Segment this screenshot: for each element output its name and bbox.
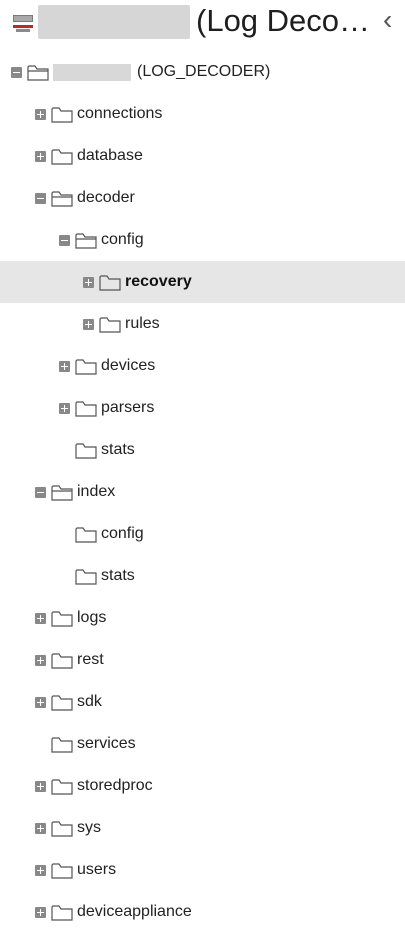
toggle-placeholder <box>59 445 70 456</box>
folder-icon <box>51 106 73 123</box>
tree-item-services[interactable]: services <box>0 723 405 765</box>
folder-icon <box>51 652 73 669</box>
folder-icon <box>51 778 73 795</box>
server-icon <box>13 15 33 32</box>
tree-item-database[interactable]: database <box>0 135 405 177</box>
panel-header: (Log Deco… ‹ <box>0 0 405 47</box>
tree-item-stats[interactable]: stats <box>0 555 405 597</box>
tree-item-index[interactable]: index <box>0 471 405 513</box>
folder-open-icon <box>51 190 73 207</box>
tree-item-label: config <box>101 231 144 248</box>
collapse-toggle-icon[interactable] <box>59 234 70 246</box>
tree-item-label: connections <box>77 105 163 122</box>
folder-icon <box>99 316 121 333</box>
expand-icon[interactable] <box>35 150 46 162</box>
tree-item-label: config <box>101 525 144 542</box>
expand-icon[interactable] <box>35 780 46 792</box>
tree-item-label: rest <box>77 651 104 668</box>
expand-icon[interactable] <box>35 108 46 120</box>
folder-icon <box>51 862 73 879</box>
tree-item-devices[interactable]: devices <box>0 345 405 387</box>
expand-icon[interactable] <box>35 906 46 918</box>
tree-item-label: decoder <box>77 189 135 206</box>
folder-icon <box>51 736 73 753</box>
tree-item-sdk[interactable]: sdk <box>0 681 405 723</box>
tree-item-label: sys <box>77 819 101 836</box>
tree-item-config[interactable]: config <box>0 513 405 555</box>
tree-item-config[interactable]: config <box>0 219 405 261</box>
tree-item-label: recovery <box>125 273 192 290</box>
tree-item-rest[interactable]: rest <box>0 639 405 681</box>
folder-icon <box>51 694 73 711</box>
tree-item-label: (LOG_DECODER) <box>137 63 271 80</box>
tree-item-deviceappliance[interactable]: deviceappliance <box>0 891 405 933</box>
tree-item-parsers[interactable]: parsers <box>0 387 405 429</box>
tree-item-label: services <box>77 735 136 752</box>
toggle-placeholder <box>35 739 46 750</box>
tree-item-label: index <box>77 483 116 500</box>
expand-icon[interactable] <box>59 402 70 414</box>
folder-icon <box>51 610 73 627</box>
tree-item-storedproc[interactable]: storedproc <box>0 765 405 807</box>
folder-open-icon <box>51 484 73 501</box>
tree-item-stats[interactable]: stats <box>0 429 405 471</box>
tree-item-label: parsers <box>101 399 155 416</box>
folder-icon <box>51 148 73 165</box>
expand-icon[interactable] <box>35 696 46 708</box>
tree-item-users[interactable]: users <box>0 849 405 891</box>
tree-item-connections[interactable]: connections <box>0 93 405 135</box>
tree-item-label: rules <box>125 315 160 332</box>
collapse-toggle-icon[interactable] <box>35 192 46 204</box>
folder-icon <box>51 820 73 837</box>
page-title: (Log Deco… <box>196 3 371 38</box>
folder-icon <box>51 904 73 921</box>
folder-icon <box>99 274 121 291</box>
redacted-text <box>53 63 131 81</box>
expand-icon[interactable] <box>35 864 46 876</box>
tree-item-label: deviceappliance <box>77 903 192 920</box>
collapse-toggle-icon[interactable] <box>11 66 22 78</box>
chevron-left-icon[interactable]: ‹ <box>383 4 392 36</box>
tree-item-label: users <box>77 861 117 878</box>
expand-icon[interactable] <box>35 612 46 624</box>
folder-icon <box>75 442 97 459</box>
tree-item-label: storedproc <box>77 777 153 794</box>
tree-item-label: stats <box>101 567 135 584</box>
folder-open-icon <box>75 232 97 249</box>
expand-icon[interactable] <box>83 318 94 330</box>
folder-icon <box>75 358 97 375</box>
tree-item-recovery[interactable]: recovery <box>0 261 405 303</box>
tree-item-label: stats <box>101 441 135 458</box>
toggle-placeholder <box>59 571 70 582</box>
folder-open-icon <box>27 64 49 81</box>
tree-item-label: database <box>77 147 143 164</box>
tree-item-label: logs <box>77 609 107 626</box>
tree-item-rules[interactable]: rules <box>0 303 405 345</box>
tree-item-sys[interactable]: sys <box>0 807 405 849</box>
tree-item-label: sdk <box>77 693 102 710</box>
expand-icon[interactable] <box>59 360 70 372</box>
folder-icon <box>75 526 97 543</box>
expand-icon[interactable] <box>35 654 46 666</box>
toggle-placeholder <box>59 529 70 540</box>
tree-root[interactable]: (LOG_DECODER) <box>0 51 405 93</box>
redacted-device-name <box>38 5 190 39</box>
tree-item-decoder[interactable]: decoder <box>0 177 405 219</box>
collapse-toggle-icon[interactable] <box>35 486 46 498</box>
expand-icon[interactable] <box>35 822 46 834</box>
folder-icon <box>75 568 97 585</box>
tree-item-label: devices <box>101 357 156 374</box>
tree-item-logs[interactable]: logs <box>0 597 405 639</box>
folder-icon <box>75 400 97 417</box>
expand-icon[interactable] <box>83 276 94 288</box>
